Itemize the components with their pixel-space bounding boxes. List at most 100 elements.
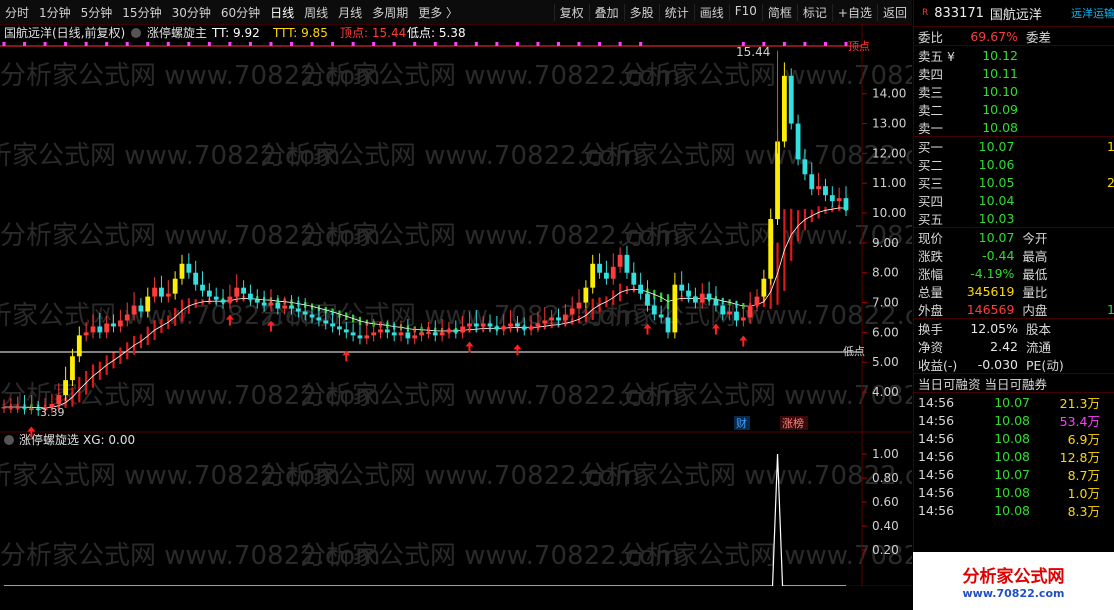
candle-body xyxy=(364,335,370,339)
tick-price: 10.08 xyxy=(994,412,1030,428)
candle-body xyxy=(152,287,158,297)
tool-8[interactable]: +自选 xyxy=(831,3,877,21)
low-label: 低点: 5.38 xyxy=(407,26,466,40)
candle-body xyxy=(193,272,199,285)
candle-body xyxy=(645,293,650,306)
candle-body xyxy=(391,332,397,336)
candle-body xyxy=(384,329,390,333)
candle-body xyxy=(604,272,609,279)
top-marker xyxy=(474,42,478,46)
tool-3[interactable]: 统计 xyxy=(658,3,694,21)
sub-indicator-toggle-icon[interactable] xyxy=(4,435,14,445)
candle-body xyxy=(159,287,164,297)
candle-body xyxy=(241,287,246,294)
period-1[interactable]: 1分钟 xyxy=(34,4,76,21)
candle-body xyxy=(720,305,726,315)
stat-label-2: 最高 xyxy=(1022,248,1048,264)
candle-body xyxy=(145,296,151,312)
buy-arrow xyxy=(513,344,522,356)
candle-body xyxy=(740,317,746,321)
candle-body xyxy=(508,323,513,327)
period-0[interactable]: 分时 xyxy=(0,4,34,21)
sell-label: 卖二 xyxy=(918,102,944,118)
indicator-toggle-icon[interactable] xyxy=(131,28,141,38)
candle-body xyxy=(597,263,602,273)
tool-7[interactable]: 标记 xyxy=(796,3,832,21)
tool-9[interactable]: 返回 xyxy=(876,3,912,21)
period-5[interactable]: 60分钟 xyxy=(216,4,265,21)
ttt-label: TTT: 9.85 xyxy=(272,26,328,40)
zhangbang-badge[interactable]: 涨榜 xyxy=(782,416,804,430)
top-marker xyxy=(536,42,540,46)
tool-1[interactable]: 叠加 xyxy=(588,3,624,21)
top-marker xyxy=(392,42,396,46)
stat-value: -0.030 xyxy=(977,356,1018,372)
finance-badge[interactable]: 财 xyxy=(736,416,747,430)
candle-body xyxy=(651,305,657,315)
sell-price: 10.10 xyxy=(982,83,1018,99)
stat-label: 外盘 xyxy=(918,302,944,318)
candle-body xyxy=(357,335,363,339)
top-marker xyxy=(331,42,335,46)
chart-area[interactable]: 分析家公式网 www.70822.com 分析家公式网 www.70822.com… xyxy=(0,24,1000,605)
quote-header: R 833171 国航远洋 远洋运输 xyxy=(914,0,1114,26)
top-line-label: 顶点 xyxy=(848,40,870,53)
top-marker xyxy=(823,42,827,46)
tool-0[interactable]: 复权 xyxy=(553,3,589,21)
stat-label-2: 最低 xyxy=(1022,266,1048,282)
period-8[interactable]: 月线 xyxy=(333,4,367,21)
period-9[interactable]: 多周期 xyxy=(367,4,413,21)
candle-body xyxy=(165,293,171,297)
price-tick: 14.00 xyxy=(872,87,906,101)
buy-book: 买一 10.07 1 买二 10.06 买三 10.05 2 买四 10.04 买五 10.03 xyxy=(914,136,1114,227)
candle-body xyxy=(22,406,27,409)
period-2[interactable]: 5分钟 xyxy=(76,4,118,21)
candle-body xyxy=(268,302,274,306)
quote-panel: R 833171 国航远洋 远洋运输 委比 69.67% 委差 卖五 ¥ 10.1… xyxy=(913,0,1114,610)
stat-label: 现价 xyxy=(918,230,944,246)
candle-body xyxy=(172,278,178,294)
top-marker xyxy=(146,42,150,46)
period-4[interactable]: 30分钟 xyxy=(167,4,216,21)
stat-row: 现价 10.07 今开 xyxy=(914,228,1114,246)
buy-row: 买四 10.04 xyxy=(914,191,1114,209)
candle-body xyxy=(15,406,21,409)
tool-2[interactable]: 多股 xyxy=(623,3,659,21)
weicha-label: 委差 xyxy=(1026,29,1052,45)
kline-chart[interactable]: 分析家公式网 www.70822.com 分析家公式网 www.70822.com… xyxy=(0,24,1000,605)
tool-5[interactable]: F10 xyxy=(728,3,762,21)
candle-body xyxy=(713,299,719,306)
candle-body xyxy=(665,317,671,333)
tool-4[interactable]: 画线 xyxy=(693,3,729,21)
price-tick: 8.00 xyxy=(872,266,899,280)
tick-time: 14:56 xyxy=(918,430,955,446)
tool-6[interactable]: 简框 xyxy=(761,3,797,21)
top-marker xyxy=(515,42,519,46)
tick-row: 14:56 10.08 53.4万 xyxy=(914,411,1114,429)
stat-row: 总量 345619 量比 xyxy=(914,282,1114,300)
stock-code: 833171 xyxy=(934,5,984,21)
period-6[interactable]: 日线 xyxy=(265,4,299,21)
tool-buttons: 复权 叠加 多股 统计 画线 F10 简框 标记 +自选 返回 xyxy=(553,3,912,21)
buy-vol: 2 xyxy=(1107,174,1114,190)
candle-body xyxy=(63,380,69,396)
stat-label: 总量 xyxy=(918,284,944,300)
buy-vol: 1 xyxy=(1107,138,1114,154)
tick-row: 14:56 10.08 1.0万 xyxy=(914,483,1114,501)
candle-body xyxy=(432,332,438,336)
candle-body xyxy=(802,159,808,175)
xg-label: XG: 0.00 xyxy=(83,433,135,447)
industry-tag[interactable]: 远洋运输 xyxy=(1071,5,1114,21)
period-3[interactable]: 15分钟 xyxy=(117,4,166,21)
period-7[interactable]: 周线 xyxy=(299,4,333,21)
low-annotation: 3.39 xyxy=(40,406,65,419)
candle-body xyxy=(309,314,315,318)
period-10[interactable]: 更多 〉 xyxy=(413,4,463,21)
tick-price: 10.07 xyxy=(994,394,1030,410)
top-marker xyxy=(454,42,458,46)
candle-body xyxy=(843,198,849,211)
candle-body xyxy=(330,323,335,327)
candle-body xyxy=(138,305,144,312)
candle-body xyxy=(556,317,561,321)
stat-row: 涨跌 -0.44 最高 xyxy=(914,246,1114,264)
